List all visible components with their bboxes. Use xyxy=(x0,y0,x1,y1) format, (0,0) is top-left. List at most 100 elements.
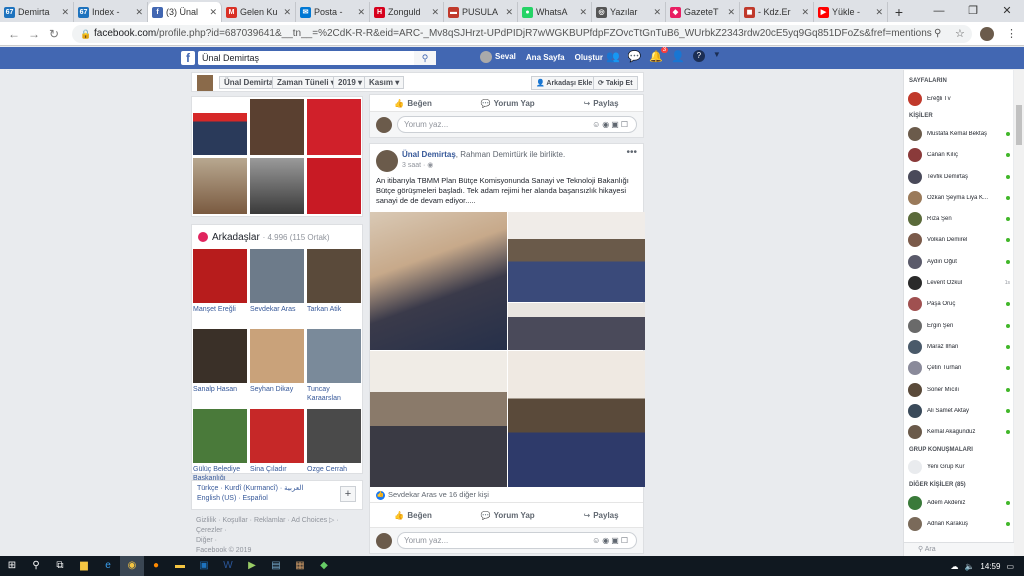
task-view-icon[interactable]: ⧉ xyxy=(48,556,72,576)
browser-tab[interactable]: ▶ Yükle - ✕ xyxy=(814,2,888,22)
app-icon[interactable]: ▶ xyxy=(240,556,264,576)
search-icon[interactable]: ⚲ xyxy=(934,28,941,39)
comment-input[interactable]: Yorum yaz... ☺◉▣☐ xyxy=(397,116,637,133)
browser-tab[interactable]: ▬ PUSULA ✕ xyxy=(444,2,518,22)
browser-tab[interactable]: H Zonguld ✕ xyxy=(370,2,444,22)
word-icon[interactable]: W xyxy=(216,556,240,576)
chat-contact[interactable]: Rıza Şen xyxy=(904,208,1013,229)
chat-contact[interactable]: Çetin Turhan xyxy=(904,358,1013,379)
file-explorer-icon[interactable]: ▆ xyxy=(72,556,96,576)
share-button[interactable]: ↪ Paylaş xyxy=(584,99,619,108)
friend-name[interactable]: Manşet Ereğli xyxy=(193,303,247,327)
friend-name[interactable]: Seyhan Dikay xyxy=(250,383,304,407)
language-links-1[interactable]: Türkçe · Kurdî (Kurmancî) · العربية xyxy=(197,484,357,494)
friend-photo[interactable] xyxy=(193,329,247,383)
friend-card[interactable]: Seyhan Dikay xyxy=(250,329,304,407)
chat-contact[interactable]: Levent Özkul 1s xyxy=(904,272,1013,293)
close-tab-icon[interactable]: ✕ xyxy=(209,7,217,18)
fb-search-input[interactable]: Ünal Demirtaş ⚲ xyxy=(198,51,436,65)
share-button[interactable]: ↪ Paylaş xyxy=(584,511,619,520)
chat-contact[interactable]: Tevfik Demirtaş xyxy=(904,166,1013,187)
profile-avatar[interactable] xyxy=(980,26,994,41)
comment-input[interactable]: Yorum yaz... ☺◉▣☐ xyxy=(397,532,637,549)
friend-photo[interactable] xyxy=(250,249,304,303)
author-avatar[interactable] xyxy=(376,150,398,172)
photo-thumb[interactable] xyxy=(250,99,304,155)
browser-tab[interactable]: ● WhatsA ✕ xyxy=(518,2,592,22)
scrollbar[interactable] xyxy=(1014,70,1024,556)
minimize-button[interactable]: — xyxy=(922,0,956,22)
post-photo[interactable] xyxy=(508,303,645,350)
help-icon[interactable]: ? xyxy=(692,50,705,62)
close-tab-icon[interactable]: ✕ xyxy=(875,7,883,18)
chat-contact[interactable]: Soner Mıcılı xyxy=(904,379,1013,400)
home-link[interactable]: Ana Sayfa xyxy=(526,53,565,62)
like-button[interactable]: 👍 Beğen xyxy=(394,99,431,108)
back-icon[interactable]: ← xyxy=(4,27,24,41)
scrollbar-thumb[interactable] xyxy=(1016,105,1022,145)
chat-contact[interactable]: Kemal Akagunduz xyxy=(904,421,1013,442)
create-link[interactable]: Oluştur xyxy=(575,53,603,62)
year-dropdown[interactable]: 2019 ▾ xyxy=(333,76,368,89)
start-icon[interactable]: ⊞ xyxy=(0,556,24,576)
messenger-icon[interactable]: 💬 xyxy=(628,50,642,63)
close-window-button[interactable]: ✕ xyxy=(990,0,1024,22)
firefox-icon[interactable]: ● xyxy=(144,556,168,576)
search-icon[interactable]: ⚲ xyxy=(24,556,48,576)
friend-card[interactable]: Sanalp Hasan xyxy=(193,329,247,407)
chat-contact[interactable]: Özkan Şeyma Liya K... xyxy=(904,187,1013,208)
friend-name[interactable]: Sevdekar Aras xyxy=(250,303,304,327)
app-icon[interactable]: ▦ xyxy=(288,556,312,576)
add-friend-button[interactable]: 👤 Arkadaşı Ekle xyxy=(531,76,598,90)
photo-thumb[interactable] xyxy=(193,99,247,155)
post-time[interactable]: 3 saat · ◉ xyxy=(402,161,433,169)
post-options-icon[interactable]: ••• xyxy=(626,147,637,158)
quick-help-icon[interactable]: 👤 xyxy=(671,50,685,63)
friend-card[interactable]: Gülüç Belediye Başkanlığı xyxy=(193,409,247,487)
close-tab-icon[interactable]: ✕ xyxy=(653,7,661,18)
chat-contact[interactable]: Maraz İlhan xyxy=(904,336,1013,357)
chat-contact[interactable]: Adem Akdeniz xyxy=(904,492,1013,513)
photo-thumb[interactable] xyxy=(307,158,361,214)
profile-thumbnail[interactable] xyxy=(197,75,213,91)
search-button[interactable]: ⚲ xyxy=(414,51,436,65)
emoji-icons[interactable]: ☺◉▣☐ xyxy=(592,533,630,548)
friend-photo[interactable] xyxy=(250,329,304,383)
url-field[interactable]: 🔒 facebook.com/profile.php?id=687039641&… xyxy=(72,25,972,43)
edge-icon[interactable]: e xyxy=(96,556,120,576)
friend-photo[interactable] xyxy=(250,409,304,463)
photo-thumb[interactable] xyxy=(250,158,304,214)
post-photo[interactable] xyxy=(370,351,507,487)
menu-kebab-icon[interactable]: ⋮ xyxy=(1006,27,1017,40)
friend-card[interactable]: Sevdekar Aras xyxy=(250,249,304,327)
comment-button[interactable]: 💬 Yorum Yap xyxy=(481,511,535,520)
close-tab-icon[interactable]: ✕ xyxy=(579,7,587,18)
chat-contact[interactable]: Canan Kılıç xyxy=(904,145,1013,166)
like-button[interactable]: 👍 Beğen xyxy=(394,511,431,520)
browser-tab[interactable]: ◼ - Kdz.Er ✕ xyxy=(740,2,814,22)
friend-photo[interactable] xyxy=(193,249,247,303)
friend-photo[interactable] xyxy=(307,249,361,303)
friend-name[interactable]: Sanalp Hasan xyxy=(193,383,247,407)
chat-contact[interactable]: Ergin Şen xyxy=(904,315,1013,336)
chrome-icon[interactable]: ◉ xyxy=(120,556,144,576)
friend-card[interactable]: Tarkan Atik xyxy=(307,249,361,327)
close-tab-icon[interactable]: ✕ xyxy=(431,7,439,18)
maximize-button[interactable]: ❐ xyxy=(956,0,990,22)
post-photo[interactable] xyxy=(370,212,507,350)
close-tab-icon[interactable]: ✕ xyxy=(135,7,143,18)
friends-title[interactable]: Arkadaşlar xyxy=(212,232,260,243)
friend-card[interactable]: Manşet Ereğli xyxy=(193,249,247,327)
more-languages-button[interactable]: + xyxy=(340,486,356,502)
post-photo[interactable] xyxy=(508,212,645,302)
clock[interactable]: 14:59 xyxy=(980,562,1000,571)
footer-more[interactable]: Diğer · xyxy=(196,536,363,546)
forward-icon[interactable]: → xyxy=(24,27,44,41)
chat-contact[interactable]: Mustafa Kemal Bektaş xyxy=(904,123,1013,144)
friend-name[interactable]: Tarkan Atik xyxy=(307,303,361,327)
network-icon[interactable]: ☁ xyxy=(950,562,958,571)
notification-center-icon[interactable]: ▭ xyxy=(1006,562,1014,571)
chat-contact[interactable]: Ereğli Tv xyxy=(904,88,1013,109)
account-menu-icon[interactable]: ▼ xyxy=(713,50,721,63)
new-group-button[interactable]: Yeni Grup Kur xyxy=(904,457,1013,478)
